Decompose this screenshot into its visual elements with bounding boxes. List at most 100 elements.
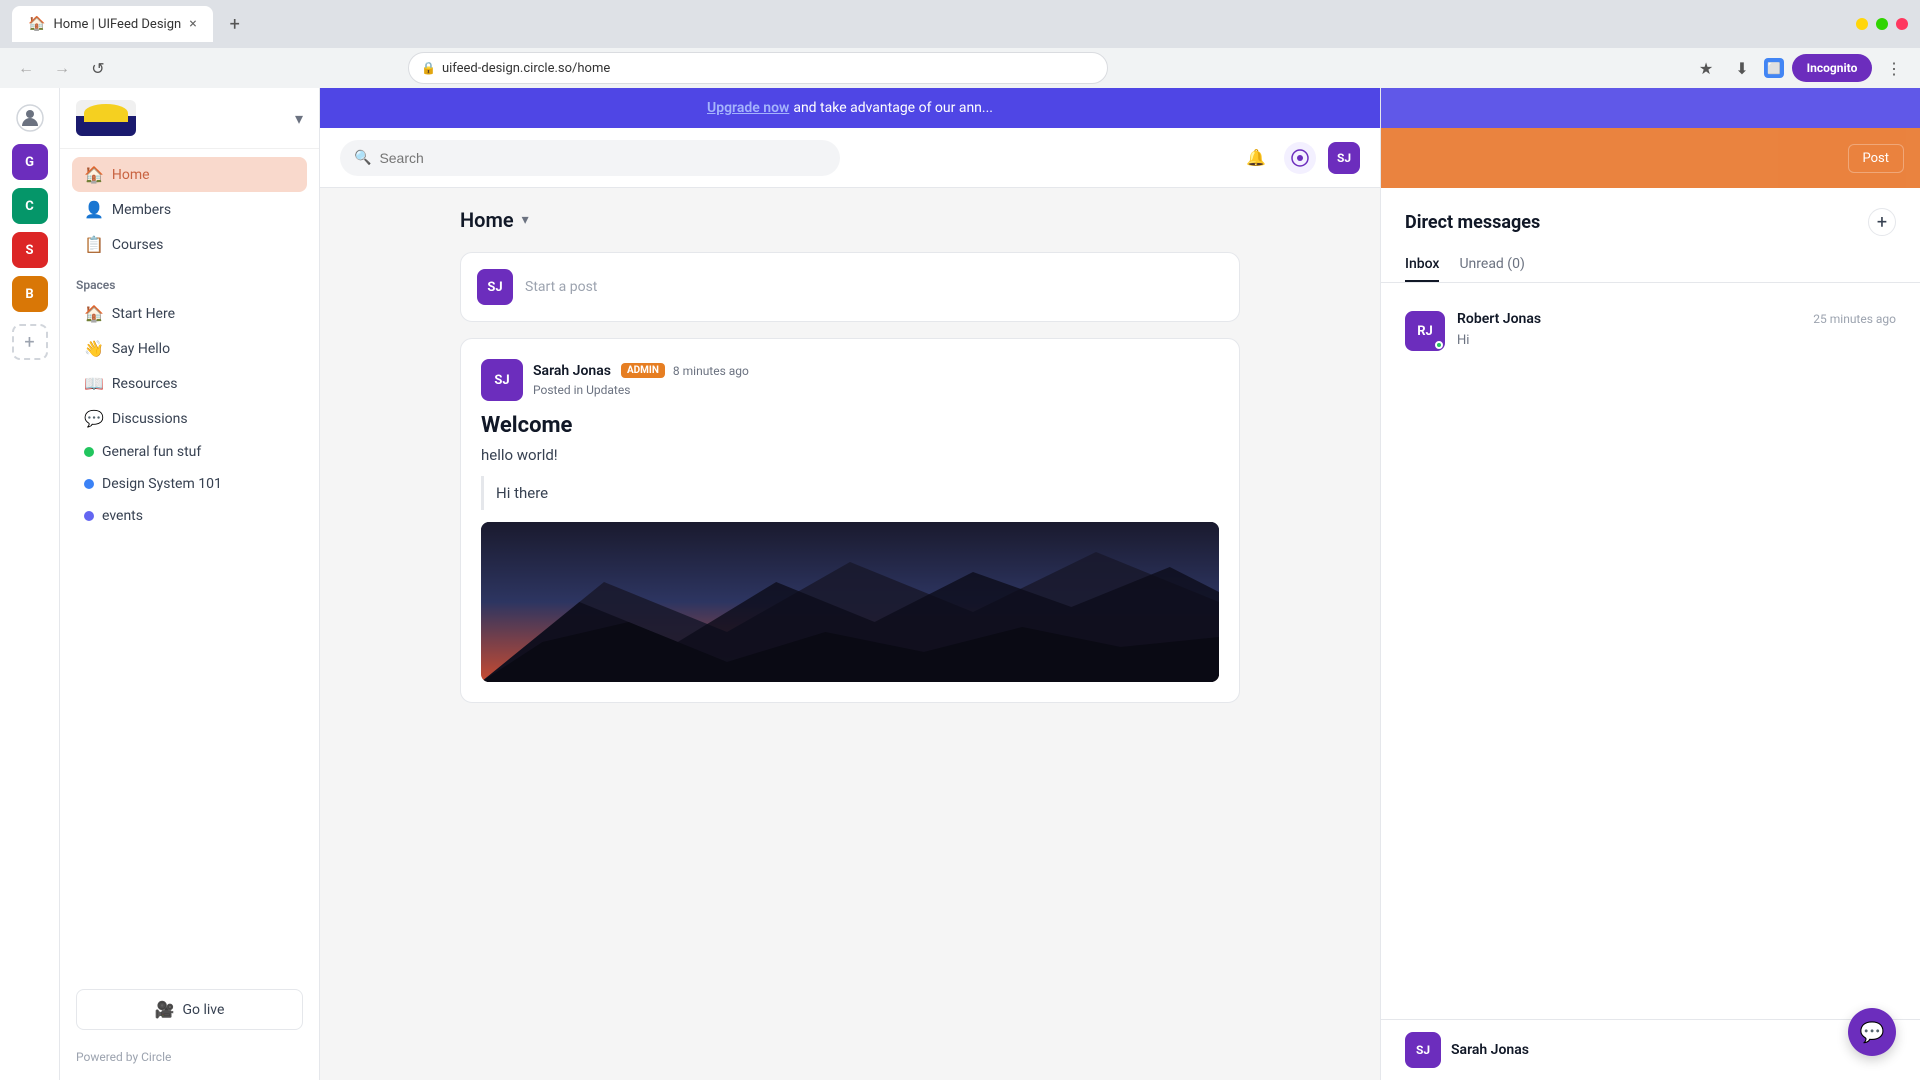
post-author-avatar: SJ — [481, 359, 523, 401]
go-live-button[interactable]: 🎥 Go live — [76, 989, 303, 1030]
dm-bottom-name: Sarah Jonas — [1451, 1042, 1529, 1058]
video-icon: 🎥 — [155, 1000, 175, 1019]
upgrade-banner-text: and take advantage of our ann... — [793, 100, 993, 116]
dm-message-item[interactable]: RJ Robert Jonas 25 minutes ago Hi — [1405, 299, 1896, 363]
post-author-name: Sarah Jonas — [533, 363, 611, 379]
dm-panel-post-button[interactable]: Post — [1848, 144, 1905, 173]
nav-item-members[interactable]: 👤 Members — [72, 192, 307, 227]
space-item-say-hello[interactable]: 👋 Say Hello — [72, 331, 307, 366]
notification-button[interactable]: 🔔 — [1240, 142, 1272, 174]
sidebar-item-b[interactable]: B — [12, 276, 48, 312]
sidebar-item-s[interactable]: S — [12, 232, 48, 268]
go-live-label: Go live — [183, 1002, 225, 1018]
dm-bottom-user: SJ Sarah Jonas — [1381, 1019, 1920, 1080]
say-hello-icon: 👋 — [84, 339, 104, 358]
space-design-label: Design System 101 — [102, 476, 222, 492]
post-time: 8 minutes ago — [673, 364, 749, 378]
space-general-label: General fun stuf — [102, 444, 201, 460]
space-resources-label: Resources — [112, 376, 178, 392]
post-composer[interactable]: SJ Start a post — [460, 252, 1240, 322]
chat-fab[interactable]: 💬 — [1848, 1008, 1896, 1056]
chat-fab-icon: 💬 — [1860, 1020, 1885, 1044]
bookmark-icon[interactable]: ★ — [1692, 54, 1720, 82]
tab-title: Home | UIFeed Design — [53, 17, 181, 32]
browser-menu-icon[interactable]: ⋮ — [1880, 54, 1908, 82]
admin-badge: ADMIN — [621, 363, 665, 378]
dm-tabs: Inbox Unread (0) — [1381, 236, 1920, 283]
profile-button[interactable]: SJ — [1328, 142, 1360, 174]
dm-message-time: 25 minutes ago — [1813, 312, 1896, 326]
dm-tab-unread[interactable]: Unread (0) — [1459, 248, 1524, 282]
refresh-button[interactable]: ↺ — [84, 54, 112, 82]
space-say-hello-label: Say Hello — [112, 341, 170, 357]
post-body: hello world! — [481, 446, 1219, 464]
upgrade-link[interactable]: Upgrade now — [707, 100, 789, 116]
messages-button[interactable] — [1284, 142, 1316, 174]
minimize-button[interactable] — [1856, 18, 1868, 30]
dm-title: Direct messages — [1405, 212, 1540, 233]
space-item-general[interactable]: General fun stuf — [72, 436, 307, 468]
dm-avatar: RJ — [1405, 311, 1445, 351]
forward-button[interactable]: → — [48, 54, 76, 82]
space-discussions-label: Discussions — [112, 411, 188, 427]
sidebar-item-c[interactable]: C — [12, 188, 48, 224]
community-sidebar: G C S B + — [0, 88, 60, 1080]
community-dropdown-icon[interactable]: ▾ — [295, 109, 303, 128]
space-item-discussions[interactable]: 💬 Discussions — [72, 401, 307, 436]
home-dropdown-icon[interactable]: ▾ — [522, 212, 529, 228]
online-indicator — [1435, 341, 1443, 349]
quote-text: Hi there — [496, 484, 1207, 502]
design-system-dot — [84, 479, 94, 489]
maximize-button[interactable] — [1876, 18, 1888, 30]
dm-message-preview: Hi — [1457, 333, 1469, 348]
nav-home-label: Home — [112, 167, 150, 183]
address-bar[interactable]: 🔒 uifeed-design.circle.so/home — [408, 52, 1108, 84]
new-tab-button[interactable]: + — [221, 10, 249, 38]
search-bar[interactable]: 🔍 — [340, 140, 840, 176]
extensions-icon[interactable]: ⬜ — [1764, 58, 1784, 78]
dm-messages-list: RJ Robert Jonas 25 minutes ago Hi — [1381, 283, 1920, 379]
download-icon[interactable]: ⬇ — [1728, 54, 1756, 82]
courses-icon: 📋 — [84, 235, 104, 254]
nav-members-label: Members — [112, 202, 171, 218]
general-dot — [84, 447, 94, 457]
events-dot — [84, 511, 94, 521]
post-card: SJ Sarah Jonas ADMIN 8 minutes ago Poste… — [460, 338, 1240, 703]
dm-tab-inbox[interactable]: Inbox — [1405, 248, 1439, 282]
space-item-start-here[interactable]: 🏠 Start Here — [72, 296, 307, 331]
app-logo[interactable] — [12, 100, 48, 136]
members-icon: 👤 — [84, 200, 104, 219]
nav-courses-label: Courses — [112, 237, 163, 253]
nav-item-home[interactable]: 🏠 Home — [72, 157, 307, 192]
page-title: Home — [460, 208, 514, 232]
tab-close-icon[interactable]: × — [189, 16, 196, 32]
composer-placeholder[interactable]: Start a post — [525, 279, 597, 295]
dm-message-info: Robert Jonas 25 minutes ago Hi — [1457, 311, 1896, 348]
add-community-button[interactable]: + — [12, 324, 48, 360]
lock-icon: 🔒 — [421, 61, 436, 75]
dm-bottom-avatar: SJ — [1405, 1032, 1441, 1068]
search-icon: 🔍 — [354, 150, 371, 166]
space-item-design-system[interactable]: Design System 101 — [72, 468, 307, 500]
left-nav: ▾ 🏠 Home 👤 Members 📋 Courses Spaces — [60, 88, 320, 1080]
url-text: uifeed-design.circle.so/home — [442, 61, 610, 76]
space-events-label: events — [102, 508, 143, 524]
upgrade-banner: Upgrade now and take advantage of our an… — [320, 88, 1380, 128]
tab-favicon: 🏠 — [28, 16, 45, 32]
back-button[interactable]: ← — [12, 54, 40, 82]
content-scroll: Home ▾ SJ Start a post SJ — [320, 188, 1380, 1080]
home-icon: 🏠 — [84, 165, 104, 184]
resources-icon: 📖 — [84, 374, 104, 393]
nav-item-courses[interactable]: 📋 Courses — [72, 227, 307, 262]
browser-profile-button[interactable]: Incognito — [1792, 54, 1872, 82]
browser-tab[interactable]: 🏠 Home | UIFeed Design × — [12, 6, 213, 42]
community-name[interactable] — [76, 100, 136, 136]
search-input[interactable] — [379, 150, 826, 166]
space-item-events[interactable]: events — [72, 500, 307, 532]
close-window-button[interactable] — [1896, 18, 1908, 30]
dm-add-button[interactable]: + — [1868, 208, 1896, 236]
dm-panel: Post Direct messages + Inbox Unread (0) … — [1380, 88, 1920, 1080]
sidebar-item-g[interactable]: G — [12, 144, 48, 180]
space-item-resources[interactable]: 📖 Resources — [72, 366, 307, 401]
dm-sender-name: Robert Jonas — [1457, 311, 1541, 327]
